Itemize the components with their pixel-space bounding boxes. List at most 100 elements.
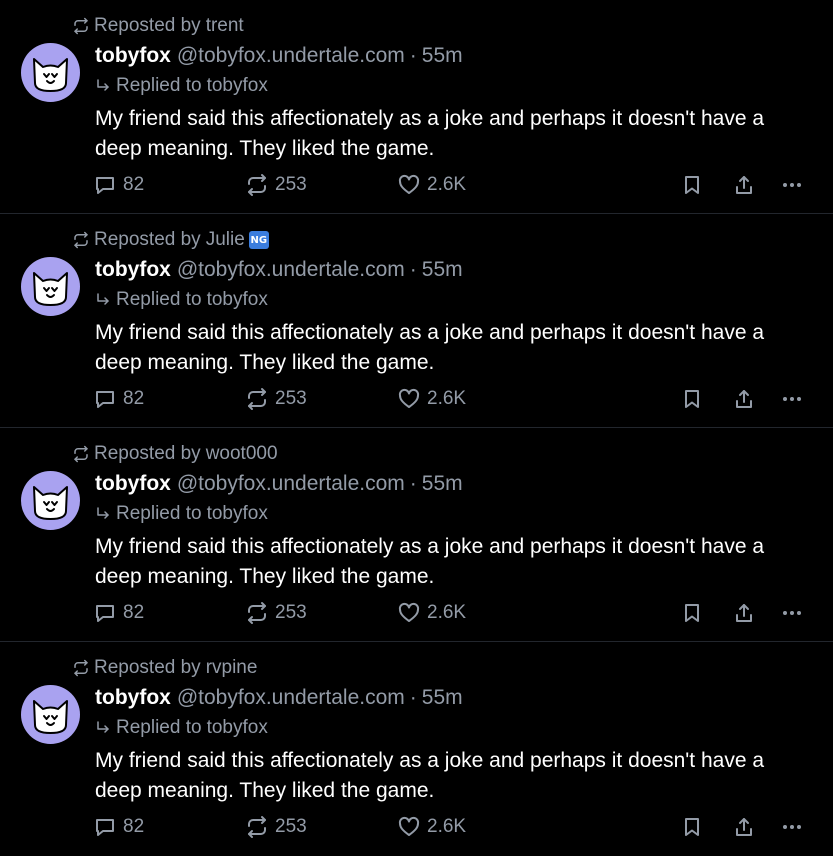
separator-dot: · bbox=[409, 472, 417, 495]
replied-to-user[interactable]: tobyfox bbox=[207, 289, 268, 311]
post-actions: 82 253 2.6K bbox=[93, 171, 813, 199]
reposted-by-user[interactable]: trent bbox=[206, 15, 244, 37]
author-name[interactable]: tobyfox bbox=[95, 44, 171, 68]
like-button[interactable]: 2.6K bbox=[397, 171, 466, 199]
bookmark-button[interactable] bbox=[681, 599, 703, 627]
reply-button[interactable]: 82 bbox=[93, 599, 144, 627]
author-handle[interactable]: @tobyfox.undertale.com bbox=[177, 258, 405, 282]
repost-button[interactable]: 253 bbox=[245, 813, 307, 841]
feed-post[interactable]: Reposted by woot000 tobyfox @tobyfox.und… bbox=[0, 428, 833, 642]
repost-indicator[interactable]: Reposted by trent bbox=[72, 14, 244, 38]
reply-indicator[interactable]: Replied to tobyfox bbox=[95, 288, 268, 312]
feed-post[interactable]: Reposted by Julie NG tobyfox @tobyfox.un… bbox=[0, 214, 833, 428]
replied-to-user[interactable]: tobyfox bbox=[207, 75, 268, 97]
more-options-button[interactable] bbox=[780, 813, 804, 841]
repost-count: 253 bbox=[275, 816, 307, 837]
repost-count: 253 bbox=[275, 174, 307, 195]
post-time[interactable]: 55m bbox=[422, 686, 463, 710]
author-name[interactable]: tobyfox bbox=[95, 472, 171, 496]
reply-indicator[interactable]: Replied to tobyfox bbox=[95, 502, 268, 526]
separator-dot: · bbox=[409, 258, 417, 281]
like-button[interactable]: 2.6K bbox=[397, 813, 466, 841]
more-options-button[interactable] bbox=[780, 171, 804, 199]
cat-avatar-icon bbox=[33, 272, 68, 306]
cat-avatar-icon bbox=[33, 486, 68, 520]
post-time[interactable]: 55m bbox=[422, 44, 463, 68]
reply-arrow-icon bbox=[95, 720, 111, 736]
more-options-button[interactable] bbox=[780, 385, 804, 413]
bookmark-button[interactable] bbox=[681, 385, 703, 413]
author-name[interactable]: tobyfox bbox=[95, 686, 171, 710]
author-handle[interactable]: @tobyfox.undertale.com bbox=[177, 686, 405, 710]
share-icon bbox=[736, 176, 752, 194]
share-icon bbox=[736, 390, 752, 408]
avatar[interactable] bbox=[21, 471, 80, 530]
replied-to-user[interactable]: tobyfox bbox=[207, 717, 268, 739]
repost-button[interactable]: 253 bbox=[245, 599, 307, 627]
share-button[interactable] bbox=[732, 171, 756, 199]
reply-button[interactable]: 82 bbox=[93, 171, 144, 199]
repost-icon bbox=[248, 174, 266, 196]
reposted-by-user[interactable]: woot000 bbox=[206, 443, 278, 465]
separator-dot: · bbox=[409, 44, 417, 67]
share-button[interactable] bbox=[732, 599, 756, 627]
post-time[interactable]: 55m bbox=[422, 472, 463, 496]
avatar[interactable] bbox=[21, 43, 80, 102]
more-icon bbox=[783, 611, 801, 615]
bookmark-button[interactable] bbox=[681, 813, 703, 841]
post-text: My friend said this affectionately as a … bbox=[95, 321, 765, 374]
comment-icon bbox=[96, 605, 114, 622]
comment-icon bbox=[96, 819, 114, 836]
heart-icon bbox=[398, 174, 420, 194]
author-name[interactable]: tobyfox bbox=[95, 258, 171, 282]
feed-post[interactable]: Reposted by rvpine tobyfox @tobyfox.unde… bbox=[0, 642, 833, 856]
reply-count: 82 bbox=[123, 816, 145, 837]
bookmark-button[interactable] bbox=[681, 171, 703, 199]
author-line: tobyfox @tobyfox.undertale.com · 55m bbox=[95, 41, 463, 71]
avatar[interactable] bbox=[21, 257, 80, 316]
reply-button[interactable]: 82 bbox=[93, 813, 144, 841]
repost-button[interactable]: 253 bbox=[245, 171, 307, 199]
comment-icon bbox=[96, 391, 114, 408]
feed: Reposted by trent tobyfox @tobyfox.under… bbox=[0, 0, 833, 856]
repost-indicator[interactable]: Reposted by woot000 bbox=[72, 442, 278, 466]
bookmark-icon bbox=[685, 176, 699, 194]
replied-to-user[interactable]: tobyfox bbox=[207, 503, 268, 525]
author-line: tobyfox @tobyfox.undertale.com · 55m bbox=[95, 469, 463, 499]
reply-arrow-icon bbox=[95, 78, 111, 94]
reply-prefix: Replied to bbox=[116, 717, 202, 738]
reply-count: 82 bbox=[123, 174, 145, 195]
repost-icon bbox=[72, 17, 90, 35]
author-line: tobyfox @tobyfox.undertale.com · 55m bbox=[95, 255, 463, 285]
post-time[interactable]: 55m bbox=[422, 258, 463, 282]
repost-prefix: Reposted by bbox=[94, 657, 201, 678]
avatar[interactable] bbox=[21, 685, 80, 744]
more-options-button[interactable] bbox=[780, 599, 804, 627]
repost-button[interactable]: 253 bbox=[245, 385, 307, 413]
share-button[interactable] bbox=[732, 813, 756, 841]
like-button[interactable]: 2.6K bbox=[397, 599, 466, 627]
heart-icon bbox=[398, 388, 420, 408]
share-button[interactable] bbox=[732, 385, 756, 413]
repost-indicator[interactable]: Reposted by Julie NG bbox=[72, 228, 269, 252]
reposted-by-user[interactable]: rvpine bbox=[206, 657, 258, 679]
reply-arrow-icon bbox=[95, 292, 111, 308]
reposted-by-user[interactable]: Julie bbox=[206, 229, 245, 251]
reply-count: 82 bbox=[123, 602, 145, 623]
like-button[interactable]: 2.6K bbox=[397, 385, 466, 413]
repost-prefix: Reposted by bbox=[94, 15, 201, 36]
author-handle[interactable]: @tobyfox.undertale.com bbox=[177, 472, 405, 496]
feed-post[interactable]: Reposted by trent tobyfox @tobyfox.under… bbox=[0, 0, 833, 214]
author-handle[interactable]: @tobyfox.undertale.com bbox=[177, 44, 405, 68]
user-badge: NG bbox=[248, 231, 269, 249]
reply-button[interactable]: 82 bbox=[93, 385, 144, 413]
reply-indicator[interactable]: Replied to tobyfox bbox=[95, 74, 268, 98]
more-icon bbox=[783, 183, 801, 187]
like-count: 2.6K bbox=[427, 816, 467, 837]
reply-prefix: Replied to bbox=[116, 503, 202, 524]
comment-icon bbox=[96, 177, 114, 194]
repost-icon bbox=[72, 445, 90, 463]
reply-indicator[interactable]: Replied to tobyfox bbox=[95, 716, 268, 740]
post-text: My friend said this affectionately as a … bbox=[95, 535, 765, 588]
repost-indicator[interactable]: Reposted by rvpine bbox=[72, 656, 257, 680]
